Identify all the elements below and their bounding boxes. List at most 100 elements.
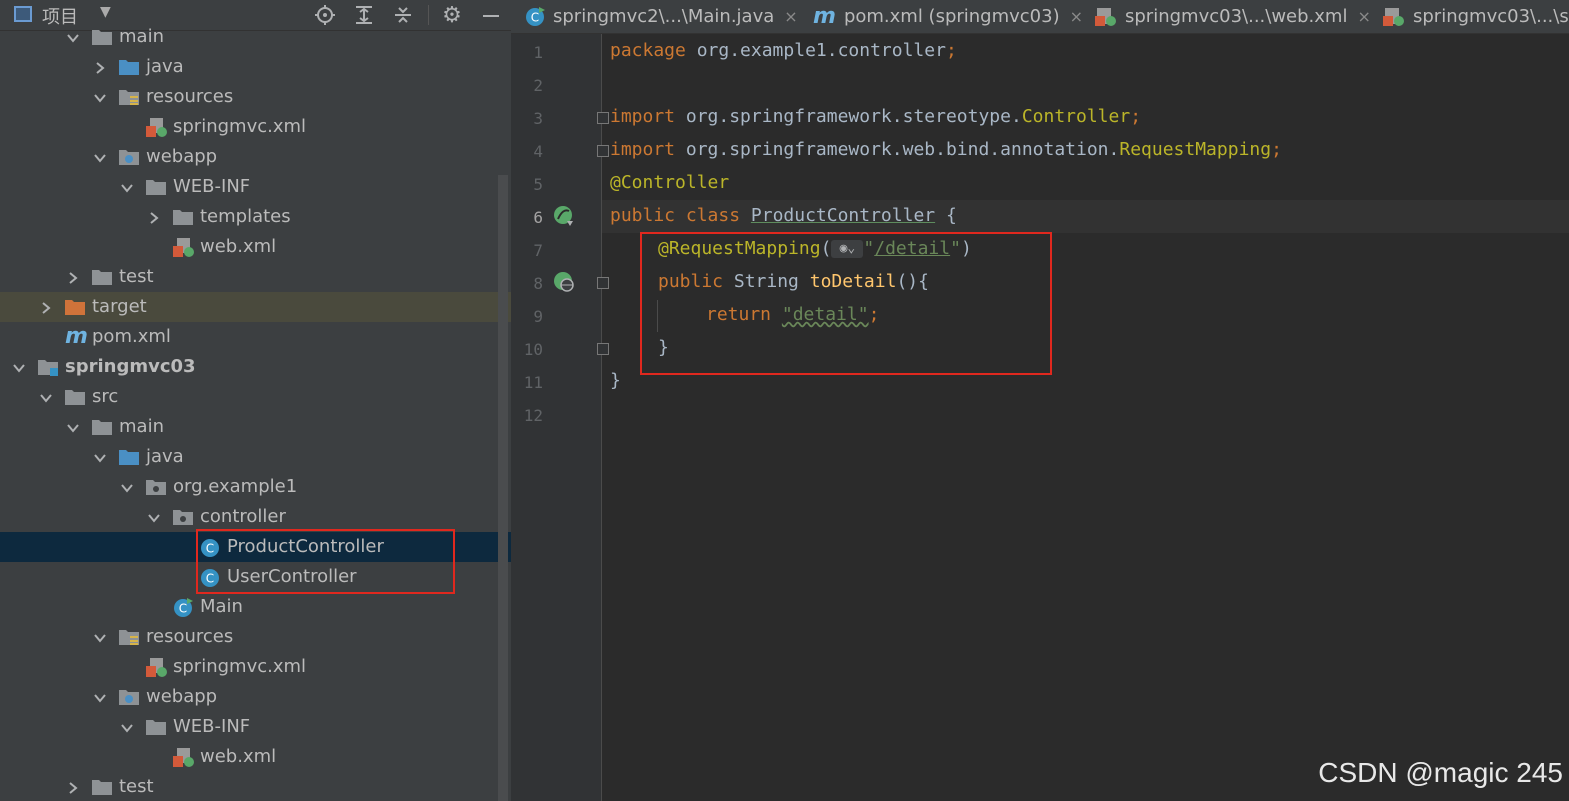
chevron-down-icon[interactable] [66,420,80,434]
tree-item-web-inf[interactable]: WEB-INF [0,712,511,742]
tree-item-pom-xml[interactable]: m pom.xml [0,322,511,352]
chevron-right-icon[interactable] [66,780,80,794]
tab-label: springmvc03\...\sp [1413,6,1569,27]
tree-item-web-xml[interactable]: web.xml [0,232,511,262]
semicolon: ; [1271,139,1282,160]
tree-item-main[interactable]: C Main [0,592,511,622]
tab-pom-xml[interactable]: m pom.xml (springmvc03) × [813,0,1083,33]
brace: { [935,205,957,226]
tree-item-java[interactable]: java [0,442,511,472]
chevron-down-icon[interactable] [93,450,107,464]
excluded-folder-icon [65,298,85,316]
xml-file-icon [146,658,167,677]
xml-icon [1383,7,1404,26]
tab-web-xml[interactable]: springmvc03\...\web.xml × [1095,0,1371,33]
tree-item-webapp[interactable]: webapp [0,142,511,172]
tree-item-main[interactable]: main [0,412,511,442]
chevron-down-icon[interactable] [120,480,134,494]
project-panel: 项目 ▼ ⚙ main java resources springmvc.xml web… [0,0,511,801]
tree-item-web-xml[interactable]: web.xml [0,742,511,772]
tree-item-springmvc-xml[interactable]: springmvc.xml [0,112,511,142]
line-number: 7 [533,241,543,260]
line-number: 8 [533,274,543,293]
tree-item-label: Main [200,596,243,617]
chevron-right-icon[interactable] [147,210,161,224]
line-number: 6 [533,208,543,227]
tree-item-test[interactable]: test [0,262,511,292]
chevron-down-icon[interactable] [120,720,134,734]
spring-bean-gutter-icon[interactable] [553,205,575,231]
project-view-icon[interactable] [14,6,32,22]
tree-item-label: pom.xml [92,326,171,347]
chevron-right-icon[interactable] [66,270,80,284]
tree-item-org-example1[interactable]: org.example1 [0,472,511,502]
chevron-down-icon[interactable] [12,360,26,374]
line-number: 5 [533,175,543,194]
close-icon[interactable]: × [784,7,797,26]
close-icon[interactable]: × [1070,7,1083,26]
tree-item-label: webapp [146,146,218,167]
fold-marker[interactable] [597,145,609,157]
chevron-right-icon[interactable] [93,60,107,74]
tree-item-label: webapp [146,686,218,707]
tree-item-label: test [119,776,154,797]
tree-item-web-inf[interactable]: WEB-INF [0,172,511,202]
tree-item-label: test [119,266,154,287]
chevron-down-icon[interactable] [66,30,80,44]
code-editor[interactable]: C springmvc2\...\Main.java × m pom.xml (… [511,0,1569,801]
class-name[interactable]: ProductController [751,205,935,226]
tree-item-springmvc-xml[interactable]: springmvc.xml [0,652,511,682]
line-number: 1 [533,43,543,62]
keyword: public class [610,205,741,226]
tree-item-test[interactable]: test [0,772,511,801]
tree-item-springmvc03[interactable]: springmvc03 [0,352,511,382]
tree-item-resources[interactable]: resources [0,622,511,652]
line-number: 2 [533,76,543,95]
tree-item-label: controller [200,506,286,527]
fold-marker[interactable] [597,277,609,289]
resources-folder-icon [119,628,139,646]
tree-item-templates[interactable]: templates [0,202,511,232]
chevron-down-icon[interactable] [93,150,107,164]
tab-springmvc-xml[interactable]: springmvc03\...\sp [1383,0,1569,33]
tree-item-resources[interactable]: resources [0,82,511,112]
tree-item-label: WEB-INF [173,176,251,197]
line-number: 12 [523,406,543,425]
tree-item-label: web.xml [200,746,277,767]
xml-file-icon [173,748,194,767]
tree-item-main[interactable]: main [0,22,511,52]
chevron-right-icon[interactable] [39,300,53,314]
keyword: package [610,40,686,61]
tree-item-label: java [146,446,184,467]
chevron-down-icon[interactable] [93,630,107,644]
tree-item-src[interactable]: src [0,382,511,412]
tree-item-controller[interactable]: controller [0,502,511,532]
svg-text:C: C [179,602,187,616]
chevron-down-icon[interactable] [147,510,161,524]
import-package: org.springframework.web.bind.annotation. [675,139,1120,160]
chevron-down-icon[interactable]: ▼ [100,4,111,20]
chevron-down-icon[interactable] [120,180,134,194]
tree-item-label: main [119,416,164,437]
package-icon [173,508,193,526]
chevron-down-icon[interactable] [93,690,107,704]
tree-scrollbar[interactable] [498,175,508,801]
request-mapping-gutter-icon[interactable] [553,271,575,297]
tree-item-target[interactable]: target [0,292,511,322]
chevron-down-icon[interactable] [93,90,107,104]
fold-marker[interactable] [597,343,609,355]
chevron-down-icon[interactable] [39,390,53,404]
tree-item-webapp[interactable]: webapp [0,682,511,712]
tree-item-label: WEB-INF [173,716,251,737]
line-number: 9 [533,307,543,326]
tab-main-java[interactable]: C springmvc2\...\Main.java × [525,0,798,33]
maven-icon: m [65,324,88,349]
code-line-5: @Controller [610,172,729,193]
watermark: CSDN @magic 245 [1318,757,1563,788]
close-icon[interactable]: × [1357,7,1370,26]
editor-tab-bar: C springmvc2\...\Main.java × m pom.xml (… [511,0,1569,34]
source-folder-icon [119,58,139,76]
tree-item-java[interactable]: java [0,52,511,82]
tree-item-label: target [92,296,147,317]
fold-marker[interactable] [597,112,609,124]
